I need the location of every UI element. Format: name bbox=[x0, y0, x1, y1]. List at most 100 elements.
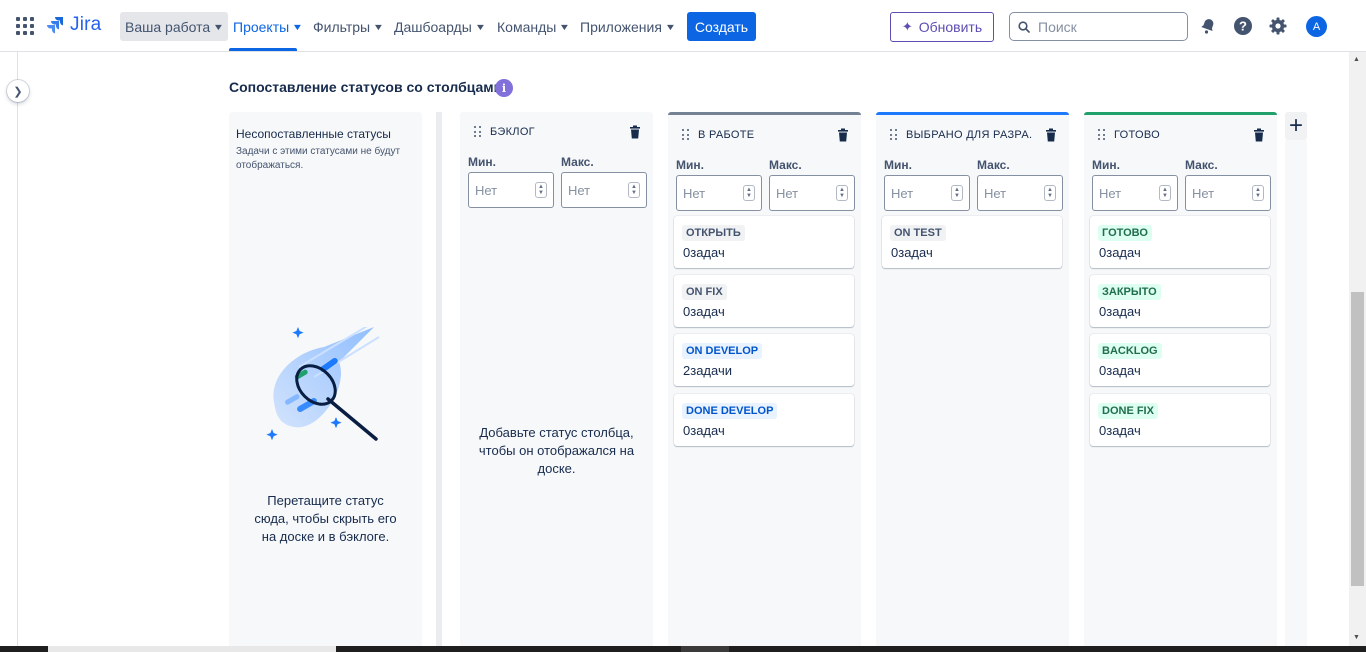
max-label: Макс. bbox=[561, 155, 594, 169]
nav-projects[interactable]: Проекты ▼ bbox=[228, 12, 307, 41]
unmapped-statuses-column: Несопоставленные статусы Задачи с этими … bbox=[229, 112, 422, 652]
max-input[interactable]: Нет ▲ ▼ bbox=[1185, 175, 1271, 211]
drag-handle-icon[interactable] bbox=[682, 129, 690, 141]
min-input-placeholder: Нет bbox=[683, 185, 706, 201]
help-icon[interactable]: ? bbox=[1233, 16, 1253, 36]
max-input[interactable]: Нет ▲ ▼ bbox=[977, 175, 1063, 211]
scroll-down-arrow-icon[interactable]: ▼ bbox=[1353, 634, 1360, 641]
trash-icon[interactable] bbox=[837, 128, 849, 142]
column-name[interactable]: ВЫБРАНО ДЛЯ РАЗРА... bbox=[906, 129, 1032, 141]
chevron-down-icon: ▼ bbox=[664, 21, 677, 32]
number-stepper-icon[interactable]: ▲ ▼ bbox=[1159, 185, 1171, 201]
status-card[interactable]: ON FIX 0задач bbox=[674, 275, 854, 327]
max-input[interactable]: Нет ▲ ▼ bbox=[769, 175, 855, 211]
board-column-done[interactable]: ГОТОВО Мин. Макс. Нет ▲ ▼ Нет ▲ ▼ ГОТОВО 0… bbox=[1084, 112, 1277, 652]
number-stepper-icon[interactable]: ▲ ▼ bbox=[743, 185, 755, 201]
nav-your-work-label: Ваша работа bbox=[125, 18, 211, 35]
status-card[interactable]: ОТКРЫТЬ 0задач bbox=[674, 216, 854, 268]
status-lozenge: ON FIX bbox=[682, 284, 727, 300]
chevron-right-icon: ❯ bbox=[13, 85, 23, 98]
column-name[interactable]: В РАБОТЕ bbox=[698, 129, 754, 141]
column-divider bbox=[436, 112, 442, 652]
column-name[interactable]: ГОТОВО bbox=[1114, 129, 1160, 141]
info-icon[interactable]: i bbox=[495, 79, 513, 97]
status-card[interactable]: DONE DEVELOP 0задач bbox=[674, 394, 854, 446]
status-card[interactable]: ON DEVELOP 2задачи bbox=[674, 334, 854, 386]
notifications-bell-icon[interactable] bbox=[1198, 16, 1218, 36]
max-label: Макс. bbox=[1185, 158, 1218, 172]
board-column-selected-for-development[interactable]: ВЫБРАНО ДЛЯ РАЗРА... Мин. Макс. Нет ▲ ▼ Н… bbox=[876, 112, 1069, 652]
status-issue-count: 0задач bbox=[683, 304, 725, 319]
svg-text:?: ? bbox=[1239, 19, 1247, 34]
column-name[interactable]: БЭКЛОГ bbox=[490, 126, 535, 138]
search-placeholder: Поиск bbox=[1038, 18, 1077, 35]
min-input[interactable]: Нет ▲ ▼ bbox=[468, 172, 554, 208]
column-header: В РАБОТЕ bbox=[668, 127, 861, 145]
status-card[interactable]: ON TEST 0задач bbox=[882, 216, 1062, 268]
drag-handle-icon[interactable] bbox=[1098, 129, 1106, 141]
scrollbar-thumb[interactable] bbox=[1351, 292, 1364, 586]
search-input[interactable]: Поиск bbox=[1009, 12, 1188, 41]
trash-icon[interactable] bbox=[1253, 128, 1265, 142]
scroll-up-arrow-icon[interactable]: ▲ bbox=[1353, 56, 1360, 63]
number-stepper-icon[interactable]: ▲ ▼ bbox=[1252, 185, 1264, 201]
taskbar-segment bbox=[48, 646, 336, 652]
number-stepper-icon[interactable]: ▲ ▼ bbox=[1044, 185, 1056, 201]
min-input[interactable]: Нет ▲ ▼ bbox=[676, 175, 762, 211]
nav-filters[interactable]: Фильтры ▼ bbox=[308, 12, 388, 41]
status-lozenge: ЗАКРЫТО bbox=[1098, 284, 1161, 300]
unmapped-statuses-title: Несопоставленные статусы bbox=[236, 127, 391, 141]
expand-sidebar-button[interactable]: ❯ bbox=[7, 80, 29, 102]
create-button[interactable]: Создать bbox=[687, 12, 756, 41]
status-issue-count: 0задач bbox=[1099, 245, 1141, 260]
add-column-button[interactable]: + bbox=[1285, 112, 1307, 140]
max-label: Макс. bbox=[977, 158, 1010, 172]
status-issue-count: 0задач bbox=[891, 245, 933, 260]
user-avatar[interactable]: A bbox=[1306, 16, 1327, 37]
column-header: ГОТОВО bbox=[1084, 127, 1277, 145]
unmapped-drop-hint: Перетащите статус сюда, чтобы скрыть его… bbox=[254, 493, 397, 544]
status-lozenge: ON DEVELOP bbox=[682, 343, 763, 359]
nav-teams[interactable]: Команды ▼ bbox=[492, 12, 574, 41]
number-stepper-icon[interactable]: ▲ ▼ bbox=[836, 185, 848, 201]
min-input-placeholder: Нет bbox=[891, 185, 914, 201]
nav-your-work[interactable]: Ваша работа ▼ bbox=[120, 12, 229, 41]
status-issue-count: 0задач bbox=[683, 423, 725, 438]
nav-apps-label: Приложения bbox=[580, 18, 662, 35]
min-input[interactable]: Нет ▲ ▼ bbox=[1092, 175, 1178, 211]
nav-apps[interactable]: Приложения ▼ bbox=[575, 12, 680, 41]
min-label: Мин. bbox=[676, 158, 704, 172]
status-card[interactable]: DONE FIX 0задач bbox=[1090, 394, 1270, 446]
min-label: Мин. bbox=[884, 158, 912, 172]
board-column-in-progress[interactable]: В РАБОТЕ Мин. Макс. Нет ▲ ▼ Нет ▲ ▼ ОТКРЫТ… bbox=[668, 112, 861, 652]
nav-dashboards[interactable]: Дашбоарды ▼ bbox=[389, 12, 490, 41]
trash-icon[interactable] bbox=[1045, 128, 1057, 142]
jira-logo[interactable]: Jira bbox=[46, 14, 101, 36]
status-lozenge: ОТКРЫТЬ bbox=[682, 225, 745, 241]
column-header: БЭКЛОГ bbox=[460, 124, 653, 142]
number-stepper-icon[interactable]: ▲ ▼ bbox=[628, 182, 640, 198]
number-stepper-icon[interactable]: ▲ ▼ bbox=[951, 185, 963, 201]
trash-icon[interactable] bbox=[629, 125, 641, 139]
drag-handle-icon[interactable] bbox=[474, 126, 482, 138]
max-input[interactable]: Нет ▲ ▼ bbox=[561, 172, 647, 208]
max-input-placeholder: Нет bbox=[1192, 185, 1215, 201]
min-label: Мин. bbox=[1092, 158, 1120, 172]
drag-handle-icon[interactable] bbox=[890, 129, 898, 141]
status-issue-count: 0задач bbox=[1099, 423, 1141, 438]
number-stepper-icon[interactable]: ▲ ▼ bbox=[535, 182, 547, 198]
status-card[interactable]: ГОТОВО 0задач bbox=[1090, 216, 1270, 268]
status-issue-count: 0задач bbox=[1099, 304, 1141, 319]
nav-filters-label: Фильтры bbox=[313, 18, 371, 35]
unmapped-statuses-description: Задачи с этими статусами не будут отобра… bbox=[236, 146, 401, 171]
status-card[interactable]: ЗАКРЫТО 0задач bbox=[1090, 275, 1270, 327]
min-input[interactable]: Нет ▲ ▼ bbox=[884, 175, 970, 211]
status-card[interactable]: BACKLOG 0задач bbox=[1090, 334, 1270, 386]
nav-dashboards-label: Дашбоарды bbox=[394, 18, 472, 35]
board-column-backlog[interactable]: БЭКЛОГ Мин. Макс. Нет ▲ ▼ Нет ▲ ▼ Добавьте… bbox=[460, 112, 653, 652]
app-switcher-icon[interactable] bbox=[16, 17, 34, 35]
status-lozenge: ГОТОВО bbox=[1098, 225, 1152, 241]
settings-gear-icon[interactable] bbox=[1268, 16, 1288, 36]
jira-logo-text: Jira bbox=[70, 14, 102, 35]
update-button[interactable]: ✦ Обновить bbox=[890, 12, 994, 42]
